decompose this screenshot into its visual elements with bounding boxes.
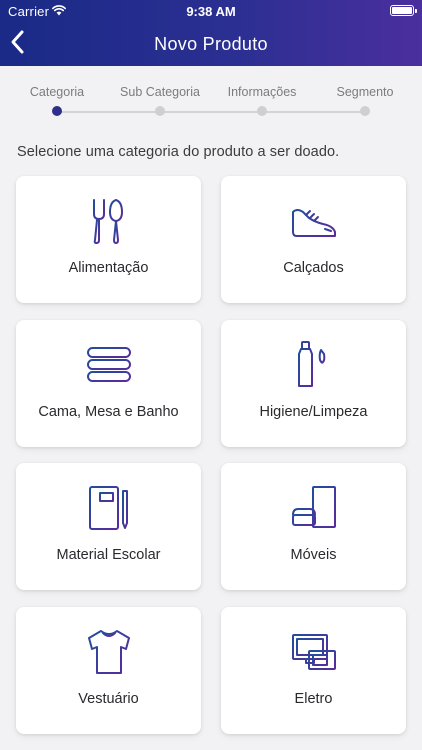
category-label: Calçados: [283, 260, 344, 276]
step-dot: [52, 106, 62, 116]
category-label: Vestuário: [78, 691, 139, 707]
page-title: Novo Produto: [154, 34, 268, 54]
battery-level: [392, 7, 412, 14]
step-dot: [257, 106, 267, 116]
category-card-alimentacao[interactable]: Alimentação: [16, 176, 201, 303]
step-label: Categoria: [29, 85, 85, 99]
category-label: Alimentação: [68, 260, 149, 276]
category-label: Cama, Mesa e Banho: [38, 404, 179, 420]
progress-stepper: Categoria Sub Categoria Informações Segm…: [0, 84, 422, 124]
step-dot: [155, 106, 165, 116]
instructions-text: Selecione uma categoria do produto a ser…: [17, 144, 340, 160]
step-informacoes[interactable]: Informações: [207, 84, 317, 116]
status-bar: Carrier 9:38 AM: [0, 0, 422, 22]
category-label: Material Escolar: [56, 547, 161, 563]
category-card-vestuario[interactable]: Vestuário: [16, 607, 201, 734]
towels-icon: [16, 340, 201, 390]
category-card-calcados[interactable]: Calçados: [221, 176, 406, 303]
category-label: Higiene/Limpeza: [259, 404, 368, 420]
category-card-material-escolar[interactable]: Material Escolar: [16, 463, 201, 590]
category-card-cama-mesa-banho[interactable]: Cama, Mesa e Banho: [16, 320, 201, 447]
app-header: Carrier 9:38 AM Novo Produto: [0, 0, 422, 66]
furniture-icon: [221, 483, 406, 533]
step-categoria[interactable]: Categoria: [2, 84, 112, 116]
tshirt-icon: [16, 627, 201, 677]
category-card-higiene-limpeza[interactable]: Higiene/Limpeza: [221, 320, 406, 447]
category-card-eletro[interactable]: Eletro: [221, 607, 406, 734]
step-sub-categoria[interactable]: Sub Categoria: [105, 84, 215, 116]
battery-icon: [390, 5, 417, 16]
toothpaste-icon: [221, 340, 406, 390]
category-label: Móveis: [290, 547, 337, 563]
step-label: Segmento: [336, 85, 394, 99]
step-label: Informações: [227, 85, 297, 99]
cutlery-icon: [16, 196, 201, 246]
notebook-icon: [16, 483, 201, 533]
status-time: 9:38 AM: [186, 4, 236, 19]
step-segmento[interactable]: Segmento: [310, 84, 420, 116]
category-label: Eletro: [294, 691, 333, 707]
sneaker-icon: [221, 196, 406, 246]
appliance-icon: [221, 627, 406, 677]
step-dot: [360, 106, 370, 116]
category-card-moveis[interactable]: Móveis: [221, 463, 406, 590]
step-label: Sub Categoria: [120, 85, 200, 99]
